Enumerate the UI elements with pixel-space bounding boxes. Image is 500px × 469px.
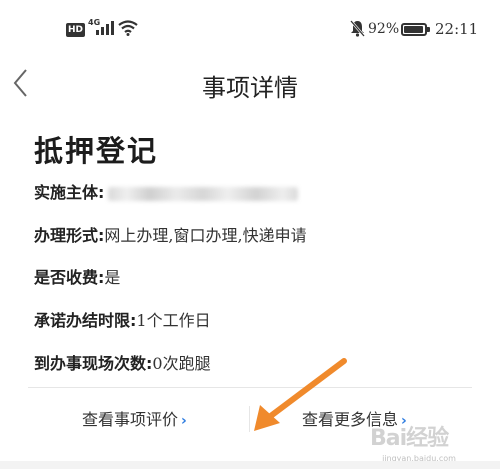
nav-bar: 事项详情 — [0, 60, 500, 108]
item-title: 抵押登记 — [34, 134, 159, 168]
row-value: 网上办理,窗口办理,快递申请 — [104, 226, 307, 245]
item-detail: 抵押登记 — [34, 128, 474, 168]
chevron-right-icon: › — [181, 413, 187, 429]
bottom-strip — [0, 461, 500, 469]
row-value: 是 — [104, 268, 121, 287]
row-label: 实施主体: — [34, 183, 105, 202]
hd-icon: HD — [66, 23, 85, 37]
redacted-value — [108, 186, 299, 201]
row-label: 办理形式: — [34, 226, 105, 245]
row-handling-form: 办理形式:网上办理,窗口办理,快递申请 — [34, 221, 307, 251]
row-label: 到办事现场次数: — [34, 354, 153, 373]
row-implementing-body: 实施主体: — [34, 178, 299, 208]
battery-icon — [401, 23, 430, 36]
battery-percent: 92% — [368, 21, 400, 37]
row-value: 0次跑腿 — [152, 354, 211, 373]
mute-bell-icon — [350, 20, 365, 37]
row-value: 1个工作日 — [136, 311, 211, 330]
row-label: 承诺办结时限: — [34, 311, 137, 330]
link-label: 查看事项评价 — [82, 410, 179, 429]
row-label: 是否收费: — [34, 268, 105, 287]
baidu-watermark: Bai经验 jingyan.baidu.com — [364, 418, 474, 466]
row-visit-count: 到办事现场次数:0次跑腿 — [34, 349, 211, 379]
battery-nub — [427, 27, 430, 32]
battery-fill — [404, 26, 423, 33]
watermark-text: Bai经验 — [370, 426, 449, 451]
signal-icon — [96, 21, 114, 35]
page-title: 事项详情 — [202, 74, 298, 102]
status-bar: HD 4G 92% 22:11 — [0, 0, 500, 60]
view-evaluation-link[interactable]: 查看事项评价 › — [82, 406, 187, 430]
clock: 22:11 — [435, 20, 479, 38]
wifi-icon — [118, 20, 138, 36]
row-fee: 是否收费:是 — [34, 263, 120, 293]
annotation-arrow-icon — [254, 358, 347, 431]
row-time-limit: 承诺办结时限:1个工作日 — [34, 306, 211, 336]
